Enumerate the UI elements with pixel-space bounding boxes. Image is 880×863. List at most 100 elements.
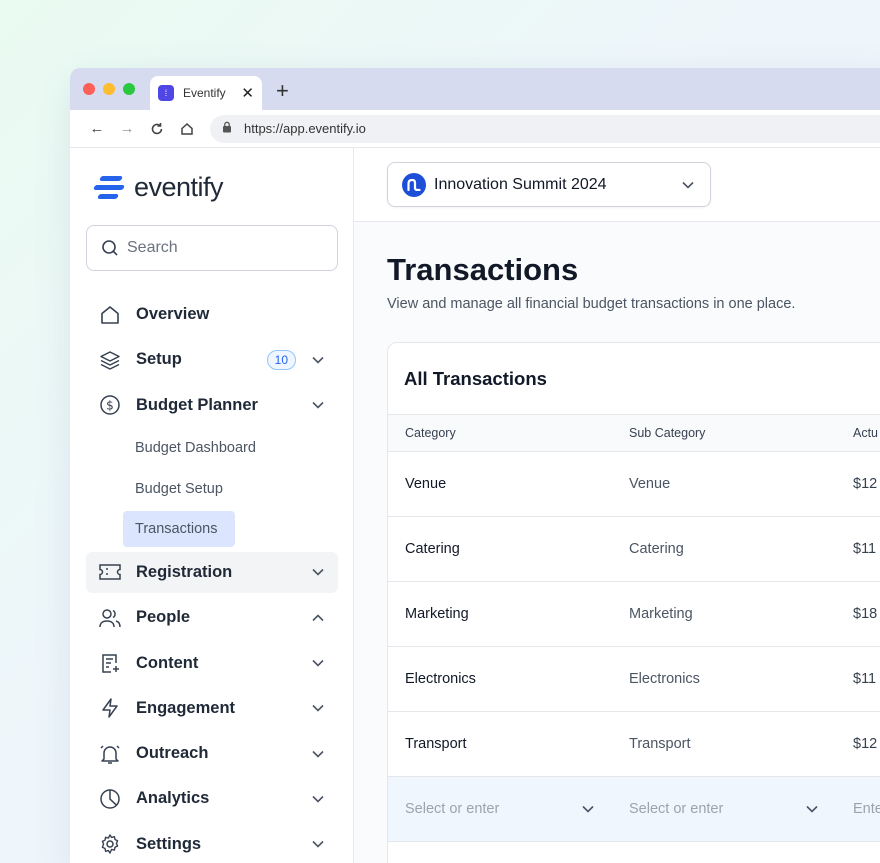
column-header-actual[interactable]: Actu [836, 426, 880, 440]
tab-bar: ⁞ Eventify ✕ + [70, 68, 880, 110]
sidebar-item-registration[interactable]: Registration [86, 551, 338, 593]
cell-sub-category: Venue [629, 476, 671, 492]
sidebar-item-label: Engagement [136, 698, 236, 717]
users-icon [98, 606, 122, 630]
chevron-down-icon[interactable] [310, 750, 326, 758]
cell-category: Venue [405, 476, 447, 492]
sidebar-item-label: Overview [136, 305, 210, 323]
chevron-down-icon[interactable] [310, 356, 326, 364]
bell-icon [98, 742, 122, 766]
sidebar-item-content[interactable]: Content [86, 643, 338, 684]
event-selector[interactable]: Innovation Summit 2024 [387, 162, 711, 207]
new-tab-button[interactable]: + [276, 78, 289, 104]
browser-tab[interactable]: ⁞ Eventify ✕ [150, 76, 262, 110]
address-field[interactable]: https://app.eventify.io [210, 114, 880, 143]
table-row[interactable]: Venue Venue $12 [388, 452, 880, 517]
budget-planner-submenu: Budget Dashboard Budget Setup Transactio… [86, 430, 338, 548]
logo-text: eventify [134, 172, 224, 202]
main-content: Innovation Summit 2024 Transactions View… [354, 148, 880, 863]
transactions-card: All Transactions Category Sub Category A… [387, 342, 880, 863]
sidebar-item-settings[interactable]: Settings [86, 824, 338, 863]
pie-chart-icon [98, 787, 122, 811]
category-select[interactable]: Select or enter [388, 801, 612, 817]
eventify-logo[interactable]: eventify [93, 172, 224, 203]
home-icon [98, 303, 122, 327]
sidebar-item-people[interactable]: People [86, 597, 338, 638]
sidebar-item-engagement[interactable]: Engagement [86, 688, 338, 729]
chevron-down-icon[interactable] [310, 401, 326, 409]
chevron-up-icon[interactable] [310, 614, 326, 622]
setup-count-badge: 10 [266, 349, 296, 370]
sub-category-select-placeholder: Select or enter [629, 801, 724, 817]
sidebar-item-budget-planner[interactable]: $ Budget Planner [86, 385, 338, 426]
url-bar: ← → https://app.eventify.io [70, 110, 880, 148]
lightning-icon [98, 696, 122, 720]
chevron-down-icon [580, 805, 596, 813]
sidebar: eventify Search Overview Setup 10 $ Budg… [70, 148, 354, 863]
chevron-down-icon [804, 805, 820, 813]
reload-icon[interactable] [142, 122, 172, 136]
lock-icon [222, 121, 234, 136]
chevron-down-icon[interactable] [310, 795, 326, 803]
forward-icon[interactable]: → [112, 120, 142, 137]
new-transaction-row: Select or enter Select or enter Ente [388, 777, 880, 842]
search-placeholder: Search [127, 239, 178, 256]
sidebar-item-analytics[interactable]: Analytics [86, 778, 338, 819]
sidebar-item-label: Settings [136, 834, 202, 853]
cell-actual: $11 [853, 671, 877, 687]
sidebar-item-label: Outreach [136, 744, 209, 763]
cell-category: Electronics [405, 671, 476, 687]
actual-amount-input[interactable]: Ente [836, 801, 880, 817]
sidebar-item-label: Content [136, 653, 199, 672]
tab-close-icon[interactable]: ✕ [241, 84, 254, 102]
maximize-window-button[interactable] [123, 83, 135, 95]
chevron-down-icon[interactable] [310, 568, 326, 577]
cell-category: Catering [405, 541, 460, 557]
card-title: All Transactions [388, 343, 880, 415]
sidebar-subitem-transactions[interactable]: Transactions [123, 511, 235, 548]
cell-sub-category: Marketing [629, 606, 693, 622]
sidebar-item-setup[interactable]: Setup 10 [86, 339, 338, 380]
sidebar-subitem-budget-setup[interactable]: Budget Setup [123, 471, 338, 507]
gear-icon [98, 832, 122, 856]
layers-icon [98, 348, 122, 372]
table-row[interactable]: Electronics Electronics $11 [388, 647, 880, 712]
minimize-window-button[interactable] [103, 83, 115, 95]
cell-actual: $12 [853, 736, 878, 752]
tab-title: Eventify [183, 86, 226, 100]
cell-sub-category: Electronics [629, 671, 700, 687]
sub-category-select[interactable]: Select or enter [612, 801, 836, 817]
page-title: Transactions [387, 252, 579, 287]
table-row[interactable]: Marketing Marketing $18 [388, 582, 880, 647]
sidebar-item-outreach[interactable]: Outreach [86, 733, 338, 774]
home-browser-icon[interactable] [172, 122, 202, 136]
top-bar: Innovation Summit 2024 [354, 148, 880, 222]
sidebar-item-label: People [136, 608, 191, 627]
search-icon [102, 240, 118, 256]
sidebar-item-overview[interactable]: Overview [86, 294, 338, 335]
chevron-down-icon[interactable] [310, 704, 326, 712]
chevron-down-icon[interactable] [310, 840, 326, 848]
eventify-favicon-icon: ⁞ [158, 85, 174, 101]
event-logo-icon [402, 172, 426, 197]
chevron-down-icon[interactable] [310, 659, 326, 667]
cell-sub-category: Catering [629, 541, 684, 557]
sidebar-item-label: Registration [136, 562, 233, 581]
app-shell: eventify Search Overview Setup 10 $ Budg… [70, 148, 880, 863]
category-select-placeholder: Select or enter [405, 801, 500, 817]
search-input[interactable]: Search [86, 225, 338, 271]
sidebar-menu: Overview Setup 10 $ Budget Planner Budge… [86, 294, 338, 863]
sidebar-subitem-budget-dashboard[interactable]: Budget Dashboard [123, 430, 338, 466]
table-row[interactable]: Catering Catering $11 [388, 517, 880, 582]
chevron-down-icon [680, 181, 696, 189]
table-row[interactable]: Transport Transport $12 [388, 712, 880, 777]
cell-sub-category: Transport [629, 736, 691, 752]
event-name: Innovation Summit 2024 [434, 175, 607, 193]
cell-category: Transport [405, 736, 467, 752]
back-icon[interactable]: ← [82, 120, 112, 137]
column-header-category[interactable]: Category [388, 426, 612, 440]
cell-category: Marketing [405, 606, 469, 622]
column-header-sub-category[interactable]: Sub Category [612, 426, 836, 440]
close-window-button[interactable] [83, 83, 95, 95]
sidebar-item-label: Setup [136, 350, 182, 369]
